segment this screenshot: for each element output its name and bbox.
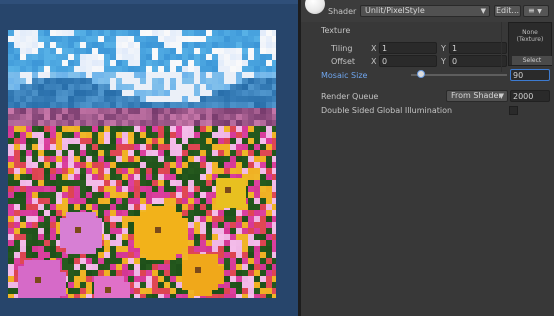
texture-label: Texture: [321, 26, 351, 35]
mosaic-size-field[interactable]: 90: [510, 69, 550, 81]
chevron-down-icon: ▼: [537, 8, 542, 15]
column-divider: [501, 22, 502, 72]
offset-y-label: Y: [441, 57, 446, 66]
flower-field-picture: [8, 30, 276, 298]
shader-dropdown[interactable]: Unlit/PixelStyle ▼: [360, 5, 490, 17]
double-sided-gi-label: Double Sided Global Illumination: [321, 106, 453, 115]
tiling-label: Tiling: [331, 44, 353, 53]
inspector-panel: Shader Unlit/PixelStyle ▼ Edit... ≡ ▼ Te…: [301, 0, 554, 316]
offset-label: Offset: [331, 57, 356, 66]
double-sided-gi-checkbox[interactable]: [509, 106, 518, 115]
offset-x-label: X: [371, 57, 377, 66]
tiling-x-label: X: [371, 44, 377, 53]
offset-x-field[interactable]: 0: [379, 55, 437, 67]
chevron-down-icon: ▼: [498, 92, 504, 100]
shader-label: Shader: [328, 7, 357, 16]
tiling-y-label: Y: [441, 44, 446, 53]
tiling-y-field[interactable]: 1: [449, 42, 507, 54]
mosaic-size-slider-track[interactable]: [411, 74, 507, 76]
pixelated-flower-image: [8, 30, 276, 298]
list-icon: ≡: [528, 6, 535, 15]
tiling-x-field[interactable]: 1: [379, 42, 437, 54]
render-queue-field[interactable]: 2000: [510, 90, 550, 102]
render-queue-dropdown[interactable]: From Shader ▼: [446, 90, 508, 102]
mosaic-size-label: Mosaic Size: [321, 71, 368, 80]
offset-y-field[interactable]: 0: [449, 55, 507, 67]
texture-slot-none: None: [522, 29, 538, 36]
render-queue-mode: From Shader: [451, 91, 502, 100]
chevron-down-icon: ▼: [480, 7, 486, 15]
settings-menu-button[interactable]: ≡ ▼: [523, 5, 549, 17]
scene-toolbar-edge: [0, 0, 300, 4]
render-queue-label: Render Queue: [321, 92, 379, 101]
texture-slot-type: (Texture): [516, 36, 544, 43]
texture-select-button[interactable]: Select: [512, 56, 552, 65]
scene-view[interactable]: [0, 0, 300, 316]
shader-dropdown-value: Unlit/PixelStyle: [365, 6, 425, 15]
edit-shader-button[interactable]: Edit...: [494, 5, 521, 17]
mosaic-size-slider-handle[interactable]: [416, 70, 425, 78]
